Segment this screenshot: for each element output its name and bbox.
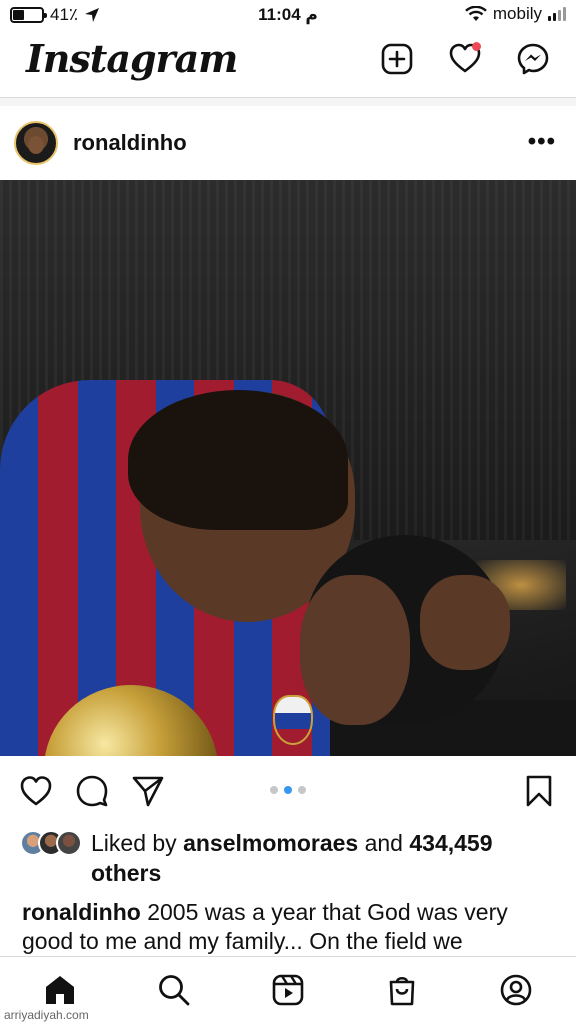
watermark: arriyadiyah.com: [4, 1008, 89, 1022]
post-photo[interactable]: [0, 180, 576, 756]
post-username[interactable]: ronaldinho: [73, 130, 187, 156]
status-bar: 41٪ 11:04 م mobily: [0, 0, 576, 30]
carousel-dot: [298, 786, 306, 794]
heart-icon[interactable]: [448, 42, 482, 76]
avatar[interactable]: [14, 121, 58, 165]
app-header: Instagram: [0, 30, 576, 98]
bottom-navigation: arriyadiyah.com: [0, 956, 576, 1024]
carousel-indicator: [270, 786, 306, 794]
shop-icon[interactable]: [385, 973, 419, 1007]
comment-icon[interactable]: [75, 774, 109, 808]
likes-text[interactable]: Liked by anselmomoraes and 434,459 other…: [91, 828, 561, 888]
liker-username[interactable]: anselmomoraes: [183, 830, 358, 856]
likes-connector: and: [358, 830, 410, 856]
more-options-icon[interactable]: •••: [528, 128, 556, 156]
post-header: ronaldinho •••: [0, 106, 576, 180]
network-indicator: mobily: [465, 4, 566, 24]
wifi-icon: [465, 6, 487, 21]
player-hand: [420, 575, 510, 670]
new-post-icon[interactable]: [380, 42, 414, 76]
feed-separator: [0, 98, 576, 106]
liker-avatars[interactable]: [20, 830, 82, 856]
post-caption: ronaldinho 2005 was a year that God was …: [22, 898, 562, 956]
header-divider: [0, 97, 576, 98]
notification-dot: [472, 42, 481, 51]
search-icon[interactable]: [157, 973, 191, 1007]
like-icon[interactable]: [19, 774, 53, 808]
reels-icon[interactable]: [271, 973, 305, 1007]
club-crest: [273, 695, 313, 745]
messenger-icon[interactable]: [516, 42, 550, 76]
likes-suffix: others: [91, 860, 162, 886]
carrier-name: mobily: [492, 4, 542, 23]
instagram-logo[interactable]: Instagram: [26, 36, 238, 81]
profile-icon[interactable]: [499, 973, 533, 1007]
caption-username[interactable]: ronaldinho: [22, 899, 141, 925]
share-icon[interactable]: [131, 774, 165, 808]
signal-icon: [548, 7, 566, 21]
likes-prefix: Liked by: [91, 830, 184, 856]
post-actions: [0, 758, 576, 822]
carousel-dot: [284, 786, 292, 794]
woman-face: [300, 575, 410, 725]
save-icon[interactable]: [522, 774, 556, 808]
player-hair: [128, 390, 348, 530]
carousel-dot: [270, 786, 278, 794]
avatar: [56, 830, 82, 856]
likes-summary: Liked by anselmomoraes and 434,459 other…: [0, 826, 576, 886]
home-icon[interactable]: [43, 973, 77, 1007]
likes-count: 434,459: [409, 830, 493, 856]
